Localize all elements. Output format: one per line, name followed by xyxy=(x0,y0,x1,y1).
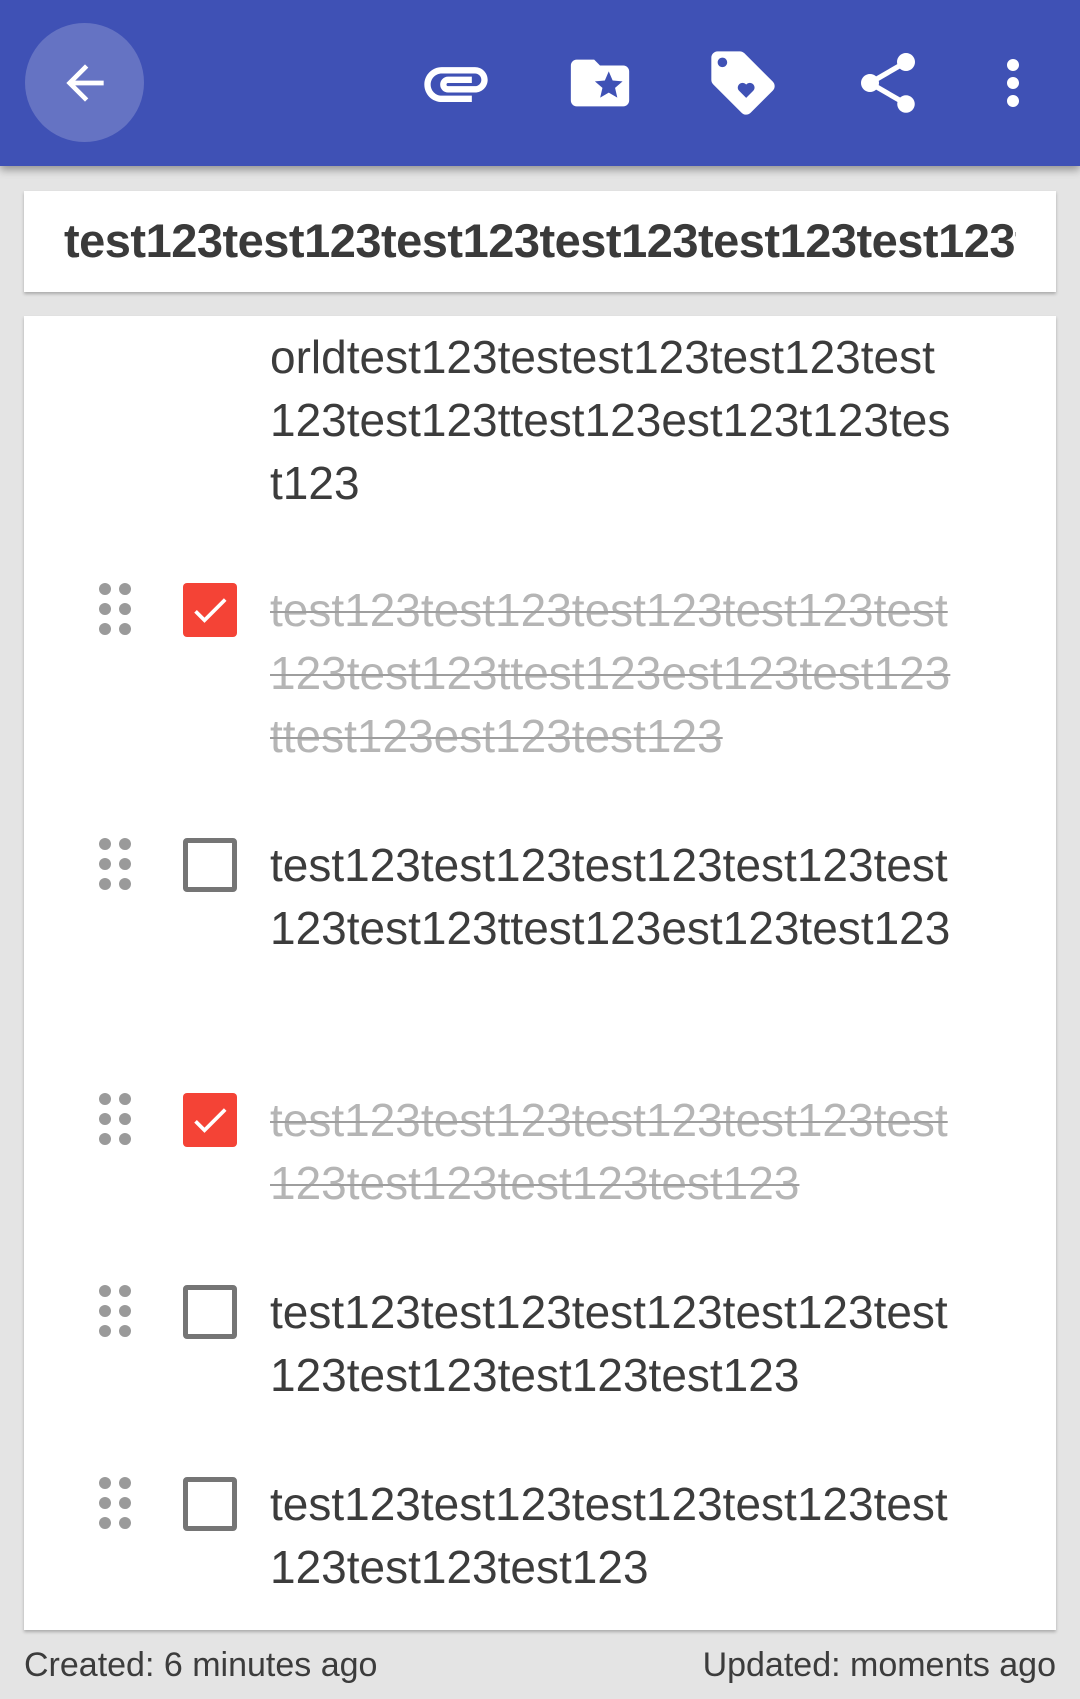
drag-handle-icon[interactable] xyxy=(99,838,133,890)
checklist-item-text[interactable]: test123test123test123test123test123test1… xyxy=(270,1089,960,1215)
more-vert-icon xyxy=(1007,59,1019,107)
checkbox-checked[interactable] xyxy=(183,583,237,637)
created-timestamp: Created: 6 minutes ago xyxy=(24,1646,378,1684)
checklist-item-text[interactable]: test123test123test123test123test123test1… xyxy=(270,834,960,960)
drag-handle-icon[interactable] xyxy=(99,1285,133,1337)
updated-timestamp: Updated: moments ago xyxy=(702,1646,1056,1684)
arrow-left-icon xyxy=(65,63,104,102)
share-icon xyxy=(861,53,915,113)
checklist-item-text[interactable]: test123test123test123test123test123test1… xyxy=(270,579,960,768)
note-title-card: test123test123test123test123test123test1… xyxy=(24,191,1056,292)
drag-handle-icon[interactable] xyxy=(99,316,133,328)
checklist-card: orldtest123testest123test123test123test1… xyxy=(24,316,1056,1630)
checkbox[interactable] xyxy=(183,1285,237,1339)
folder-star-icon xyxy=(570,59,630,107)
paperclip-icon xyxy=(424,67,488,102)
check-icon xyxy=(194,598,227,623)
drag-handle-icon[interactable] xyxy=(99,1093,133,1145)
share-button[interactable] xyxy=(850,45,926,121)
check-icon xyxy=(194,1108,227,1133)
category-button[interactable] xyxy=(562,45,638,121)
checkbox[interactable] xyxy=(183,1477,237,1531)
checkbox-checked[interactable] xyxy=(183,1093,237,1147)
tag-heart-icon xyxy=(711,51,775,115)
checklist-item-text[interactable]: orldtest123testest123test123test123test1… xyxy=(270,326,960,515)
app-bar xyxy=(0,0,1080,166)
note-title[interactable]: test123test123test123test123test123test1… xyxy=(64,213,1016,268)
attach-button[interactable] xyxy=(418,45,494,121)
checkbox[interactable] xyxy=(183,838,237,892)
tag-button[interactable] xyxy=(705,45,781,121)
back-button[interactable] xyxy=(25,23,144,142)
drag-handle-icon[interactable] xyxy=(99,1477,133,1529)
drag-handle-icon[interactable] xyxy=(99,583,133,635)
checklist-item-text[interactable]: test123test123test123test123test123test1… xyxy=(270,1473,960,1599)
more-options-button[interactable] xyxy=(975,45,1051,121)
checklist-item-text[interactable]: test123test123test123test123test123test1… xyxy=(270,1281,960,1407)
